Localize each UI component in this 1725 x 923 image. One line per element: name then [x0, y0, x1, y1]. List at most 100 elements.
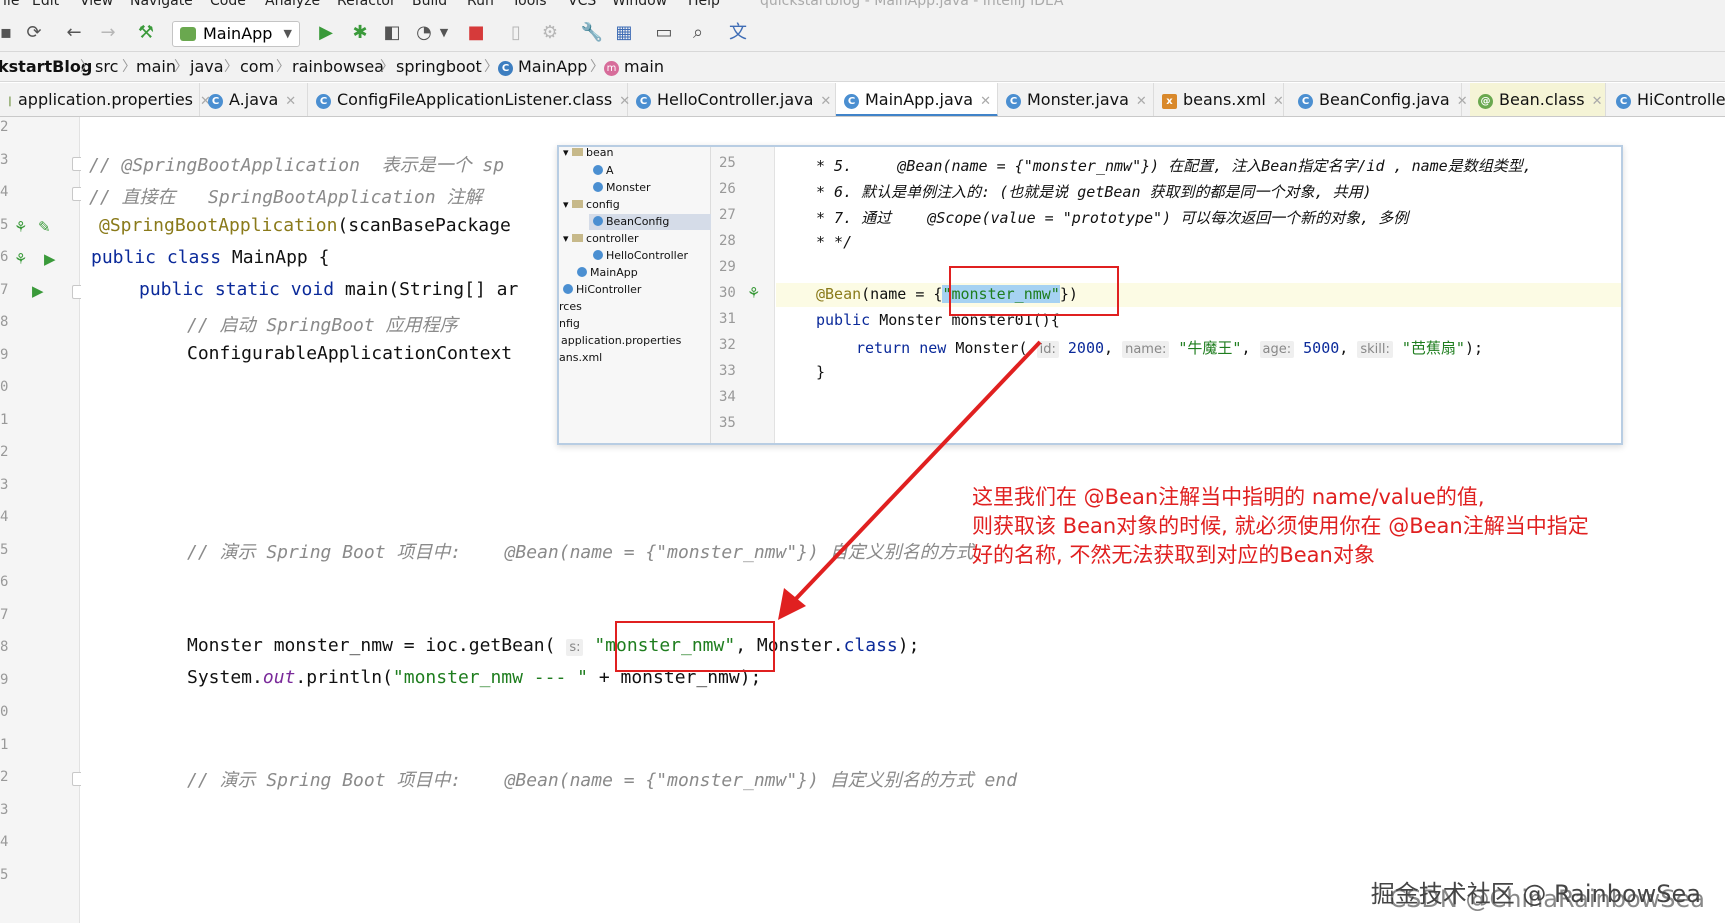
tab-a-java[interactable]: C A.java ✕: [200, 83, 308, 116]
tree-label: HiController: [576, 283, 642, 296]
tree-class-monster[interactable]: Monster: [593, 180, 651, 196]
line-number: 3: [0, 152, 9, 168]
tab-monster[interactable]: C Monster.java ✕: [998, 83, 1154, 116]
profile-dropdown-icon[interactable]: ▼: [432, 21, 456, 45]
close-icon[interactable]: ✕: [980, 94, 991, 109]
code-token: Monster monster_nmw = ioc.getBean(: [187, 635, 556, 656]
close-icon[interactable]: ✕: [1457, 94, 1468, 109]
build-hammer-icon[interactable]: ⚒: [134, 21, 158, 45]
tree-folder-config[interactable]: ▾ config: [563, 197, 620, 213]
keyword-token: class: [843, 635, 898, 656]
run-icon[interactable]: ▶: [314, 21, 338, 45]
tree-folder-controller[interactable]: ▾ controller: [563, 231, 639, 247]
tab-beans-xml[interactable]: x beans.xml ✕: [1154, 83, 1284, 116]
forward-icon[interactable]: →: [96, 21, 120, 45]
line-number: 5: [0, 867, 9, 883]
run-config-select[interactable]: MainApp ▼: [172, 21, 300, 47]
tree-class-beanconfig[interactable]: BeanConfig: [589, 214, 711, 230]
tab-label: Monster.java: [1027, 90, 1129, 109]
class-icon: C: [1298, 94, 1313, 109]
tree-file-application-properties[interactable]: application.properties: [561, 333, 681, 349]
breadcrumb-main[interactable]: main: [136, 52, 176, 82]
line-number: 25: [719, 155, 736, 171]
run-gutter-icon[interactable]: ▶: [32, 283, 44, 299]
menu-build[interactable]: Build: [412, 0, 447, 8]
breadcrumb-mainapp[interactable]: C MainApp: [498, 52, 587, 82]
close-icon[interactable]: ✕: [1273, 94, 1284, 109]
string-token: "monster_nmw --- ": [392, 667, 588, 688]
tree-label: BeanConfig: [606, 215, 670, 228]
code-token: );: [1464, 339, 1484, 357]
window-icon[interactable]: ▭: [652, 21, 676, 45]
tree-folder-resources[interactable]: rces: [559, 299, 582, 315]
class-icon: C: [844, 94, 859, 109]
breadcrumb-method[interactable]: m main: [604, 52, 664, 82]
run-gutter-icon[interactable]: ▶: [44, 251, 56, 267]
tab-beanconfig[interactable]: C BeanConfig.java ✕: [1290, 83, 1468, 116]
number-token: 2000: [1058, 339, 1105, 357]
breadcrumb-java[interactable]: java: [190, 52, 224, 82]
line-number: 28: [719, 233, 736, 249]
menu-analyze[interactable]: Analyze: [265, 0, 320, 8]
chevron-down-icon: ▼: [283, 27, 292, 40]
menu-edit[interactable]: Edit: [32, 0, 59, 8]
tree-class-hellocontroller[interactable]: HelloController: [593, 248, 688, 264]
tree-folder-bean[interactable]: ▾ bean: [563, 146, 614, 161]
close-icon[interactable]: ✕: [1592, 94, 1603, 109]
menu-file[interactable]: File: [0, 0, 19, 8]
menu-vcs[interactable]: VCS: [568, 0, 596, 8]
close-icon[interactable]: ✕: [820, 94, 831, 109]
stop-icon[interactable]: ■: [464, 21, 488, 45]
spring-context-icon[interactable]: ✎: [38, 219, 51, 235]
tab-application-properties[interactable]: | application.properties ✕: [0, 83, 211, 116]
menu-run[interactable]: Run: [467, 0, 494, 8]
menu-code[interactable]: Code: [210, 0, 246, 8]
menu-navigate[interactable]: Navigate: [130, 0, 193, 8]
tab-bean-class[interactable]: @ Bean.class ✕: [1470, 83, 1606, 116]
tree-file-beans-xml[interactable]: ans.xml: [559, 350, 602, 366]
update-icon[interactable]: ⚙: [538, 21, 562, 45]
menu-refactor[interactable]: Refactor: [337, 0, 396, 8]
spring-bean-icon[interactable]: ⚘: [747, 285, 760, 301]
spring-bean-icon[interactable]: ⚘: [14, 219, 27, 235]
save-icon[interactable]: ▪: [0, 21, 18, 45]
code-line: * 7. 通过 @Scope(value = "prototype") 可以每次…: [816, 209, 1409, 227]
breadcrumb-project[interactable]: kstartBlog: [0, 52, 92, 82]
coverage-icon[interactable]: ◧: [380, 21, 404, 45]
attach-icon[interactable]: ▯: [504, 21, 528, 45]
close-icon[interactable]: ✕: [285, 94, 296, 109]
spring-bean-icon[interactable]: ⚘: [14, 251, 27, 267]
tab-mainapp[interactable]: C MainApp.java ✕: [836, 83, 998, 116]
menu-window[interactable]: Window: [612, 0, 667, 8]
menu-help[interactable]: Help: [688, 0, 720, 8]
code-line: public static void main(String[] ar: [139, 279, 518, 300]
line-number: 5: [0, 217, 9, 233]
close-icon[interactable]: ✕: [1136, 94, 1147, 109]
breadcrumb-springboot[interactable]: springboot: [396, 52, 482, 82]
project-structure-icon[interactable]: ▦: [612, 21, 636, 45]
code-token: (name = {: [861, 285, 943, 303]
debug-icon[interactable]: ✱: [348, 21, 372, 45]
sync-icon[interactable]: ⟳: [22, 21, 46, 45]
tab-configfileapplicationlistener[interactable]: C ConfigFileApplicationListener.class ✕: [308, 83, 630, 116]
tab-hicontroller[interactable]: C HiController: [1608, 83, 1725, 116]
tab-hellocontroller[interactable]: C HelloController.java ✕: [628, 83, 836, 116]
annotation-line: 好的名称, 不然无法获取到对应的Bean对象: [972, 543, 1375, 567]
tree-class-mainapp[interactable]: MainApp: [577, 265, 638, 281]
tree-folder-config2[interactable]: nfig: [559, 316, 580, 332]
tree-label: bean: [586, 146, 614, 159]
tab-label: HiController: [1637, 90, 1725, 109]
breadcrumb-rainbowsea[interactable]: rainbowsea: [292, 52, 384, 82]
back-icon[interactable]: ←: [62, 21, 86, 45]
translate-icon[interactable]: 文: [726, 21, 750, 45]
tree-class-hicontroller[interactable]: HiController: [563, 282, 641, 298]
tree-class-a[interactable]: A: [593, 163, 614, 179]
breadcrumb-src[interactable]: src: [95, 52, 118, 82]
search-icon[interactable]: ⌕: [686, 21, 710, 45]
menu-view[interactable]: View: [80, 0, 113, 8]
line-number: 30: [719, 285, 736, 301]
breadcrumb-mainapp-label: MainApp: [518, 57, 588, 76]
wrench-icon[interactable]: 🔧: [580, 21, 604, 45]
breadcrumb-com[interactable]: com: [240, 52, 274, 82]
menu-tools[interactable]: Tools: [512, 0, 547, 8]
